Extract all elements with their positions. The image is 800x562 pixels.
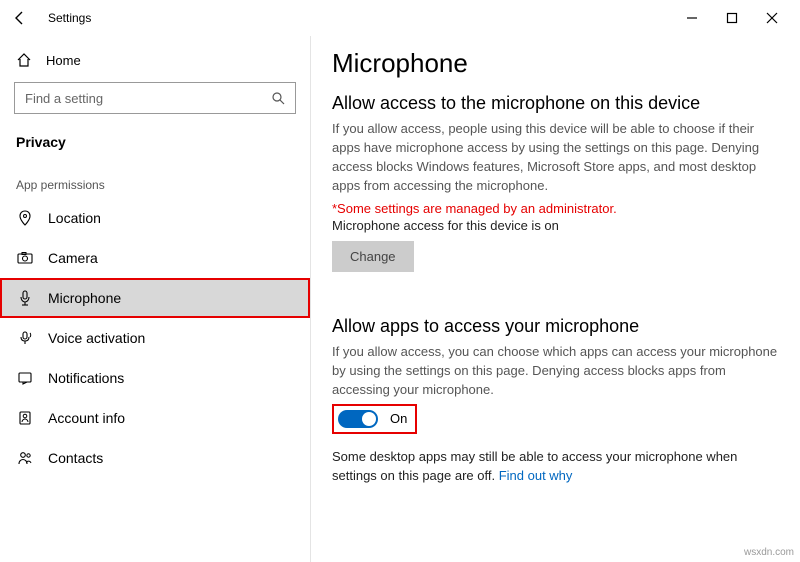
sidebar-item-label: Contacts (48, 450, 103, 466)
home-label: Home (46, 53, 81, 68)
sidebar-item-label: Location (48, 210, 101, 226)
sidebar-item-account-info[interactable]: Account info (0, 398, 310, 438)
section1-heading: Allow access to the microphone on this d… (332, 93, 778, 114)
content-pane: Microphone Allow access to the microphon… (310, 36, 800, 562)
location-icon (16, 210, 34, 226)
section1-body: If you allow access, people using this d… (332, 120, 778, 195)
titlebar: Settings (0, 0, 800, 36)
sidebar-item-label: Account info (48, 410, 125, 426)
apps-access-toggle-row: On (332, 404, 417, 434)
watermark: wsxdn.com (744, 547, 794, 558)
sidebar-item-label: Notifications (48, 370, 124, 386)
sidebar-item-voice-activation[interactable]: Voice activation (0, 318, 310, 358)
home-icon (16, 52, 32, 68)
contacts-icon (16, 450, 34, 466)
sidebar-item-camera[interactable]: Camera (0, 238, 310, 278)
page-title: Microphone (332, 48, 778, 79)
change-button[interactable]: Change (332, 241, 414, 272)
home-nav[interactable]: Home (0, 44, 310, 76)
camera-icon (16, 250, 34, 266)
find-out-why-link[interactable]: Find out why (499, 468, 573, 483)
microphone-icon (16, 290, 34, 306)
window-controls (680, 6, 784, 30)
sidebar-item-label: Microphone (48, 290, 121, 306)
sidebar-item-contacts[interactable]: Contacts (0, 438, 310, 478)
sidebar-item-microphone[interactable]: Microphone (0, 278, 310, 318)
admin-notice: *Some settings are managed by an adminis… (332, 201, 778, 216)
sidebar-item-label: Camera (48, 250, 98, 266)
access-status: Microphone access for this device is on (332, 218, 778, 233)
search-placeholder: Find a setting (25, 91, 103, 106)
close-button[interactable] (760, 6, 784, 30)
section2-body: If you allow access, you can choose whic… (332, 343, 778, 400)
minimize-button[interactable] (680, 6, 704, 30)
main-container: Home Find a setting Privacy App permissi… (0, 36, 800, 562)
titlebar-left: Settings (8, 6, 91, 30)
sidebar: Home Find a setting Privacy App permissi… (0, 36, 310, 562)
notifications-icon (16, 370, 34, 386)
toggle-label: On (390, 411, 407, 426)
section-label: App permissions (0, 174, 310, 198)
app-title: Settings (48, 11, 91, 25)
account-icon (16, 410, 34, 426)
apps-access-toggle[interactable] (338, 410, 378, 428)
search-input[interactable]: Find a setting (14, 82, 296, 114)
sidebar-item-location[interactable]: Location (0, 198, 310, 238)
sidebar-item-label: Voice activation (48, 330, 145, 346)
spacer (332, 272, 778, 310)
category-header: Privacy (0, 126, 310, 174)
voice-icon (16, 330, 34, 346)
sidebar-item-notifications[interactable]: Notifications (0, 358, 310, 398)
search-icon (271, 91, 285, 105)
section2-heading: Allow apps to access your microphone (332, 316, 778, 337)
back-button[interactable] (8, 6, 32, 30)
desktop-apps-note: Some desktop apps may still be able to a… (332, 448, 778, 486)
maximize-button[interactable] (720, 6, 744, 30)
